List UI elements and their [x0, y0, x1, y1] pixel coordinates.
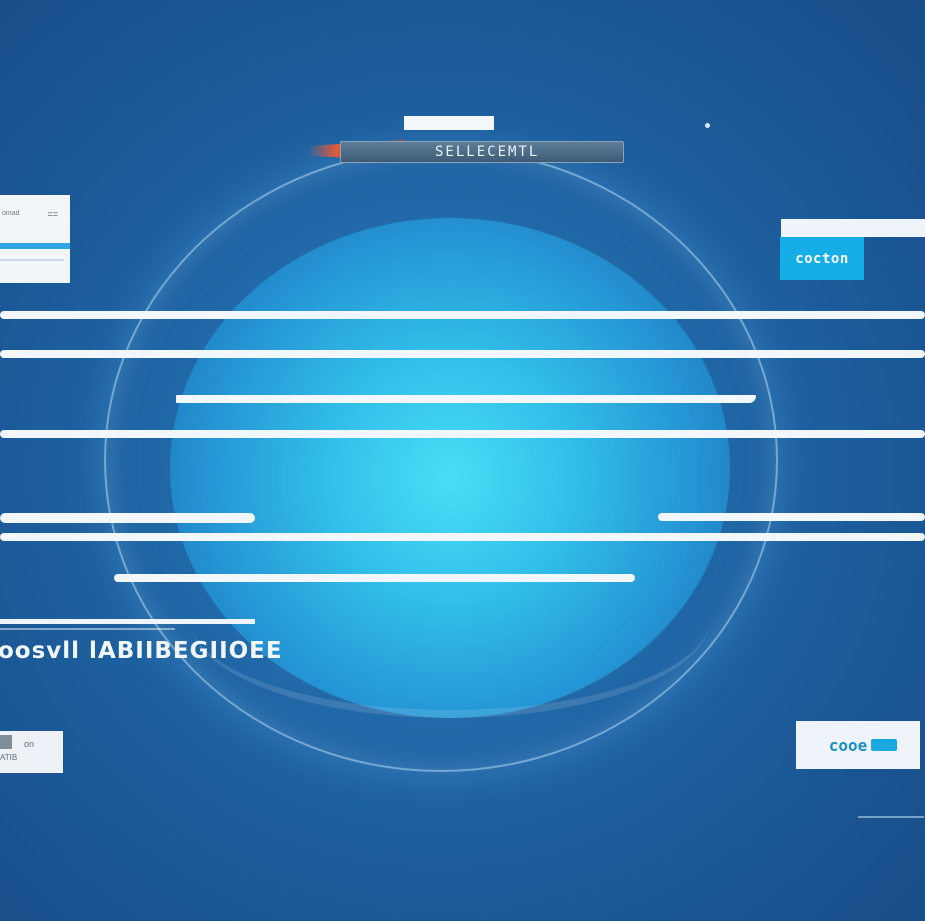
hero-circle-arc: [190, 520, 710, 718]
bottom-left-line2: ATIB: [0, 753, 18, 762]
title-bar[interactable]: SELLECEMTL: [340, 141, 624, 163]
title-bar-label: SELLECEMTL: [435, 144, 540, 160]
top-tab[interactable]: [404, 116, 494, 130]
scan-line-1: [0, 311, 925, 319]
page-heading: oosvll lABIIBEGIIOEE: [0, 638, 283, 664]
scan-line-4: [0, 430, 925, 438]
heading-rule-thin: [0, 628, 175, 630]
bottom-right-icon: [871, 739, 898, 751]
left-card-divider: [0, 259, 64, 261]
right-card-button-label: cocton: [795, 250, 849, 267]
bottom-right-rule: [858, 816, 924, 818]
grid-icon: ==: [47, 209, 58, 219]
bottom-left-swatch: [0, 735, 12, 749]
left-card-stripe: [0, 243, 70, 249]
left-card[interactable]: omad ==: [0, 195, 70, 283]
scan-line-8: [114, 574, 635, 582]
scan-line-7: [0, 533, 925, 541]
left-card-caption: omad: [2, 210, 20, 217]
bottom-left-card[interactable]: on ATIB: [0, 731, 63, 773]
heading-rule: [0, 619, 255, 624]
scan-line-3: [176, 395, 756, 403]
right-card-button[interactable]: cocton: [780, 237, 864, 280]
bottom-right-card[interactable]: cooe: [796, 721, 920, 769]
star-dot: [705, 123, 710, 128]
scan-line-6: [658, 513, 925, 521]
scan-line-2: [0, 350, 925, 358]
bottom-right-label: cooe: [828, 735, 868, 755]
right-card-header: [781, 219, 925, 237]
scan-line-5: [0, 513, 255, 523]
bottom-left-line1: on: [24, 739, 35, 749]
